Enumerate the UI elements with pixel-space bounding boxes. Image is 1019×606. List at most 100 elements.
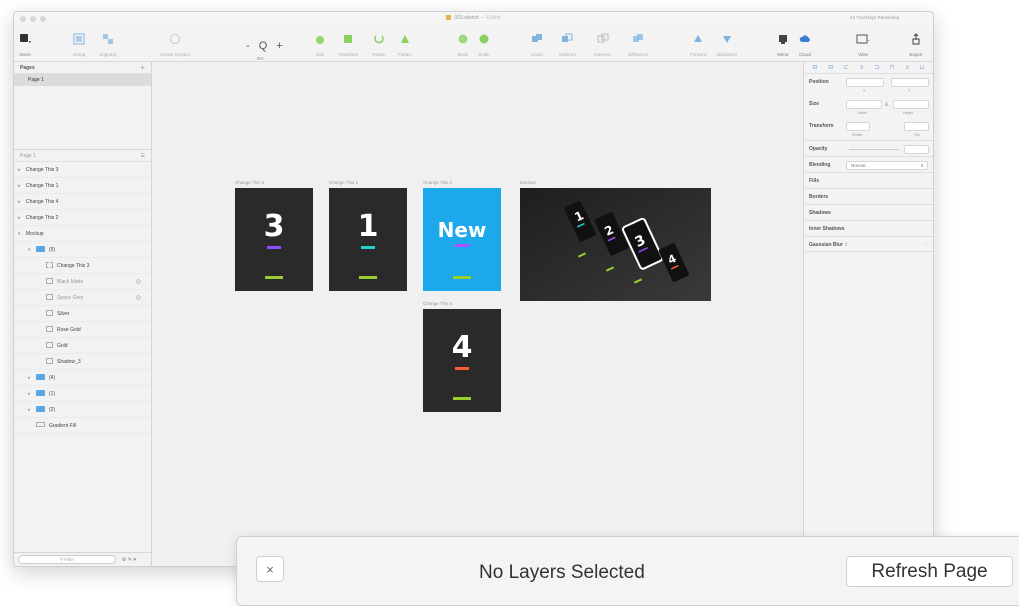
difference-icon xyxy=(631,32,645,46)
edit-icon xyxy=(313,32,327,46)
disclosure-closed-icon[interactable]: ▸ xyxy=(18,210,26,226)
visibility-eye-icon[interactable]: ◎ xyxy=(136,290,141,306)
artboard-number: 1 xyxy=(357,209,379,244)
layer-row[interactable]: ▸ Change This 4 xyxy=(14,194,151,210)
disclosure-closed-icon[interactable]: ▸ xyxy=(28,370,36,386)
scale-button[interactable]: Scale xyxy=(477,26,491,62)
layer-row[interactable]: Silver xyxy=(14,306,151,322)
collapse-layers-icon[interactable]: ☰ xyxy=(141,153,145,159)
edit-button[interactable]: Edit xyxy=(313,26,327,62)
intersect-button[interactable]: Intersect xyxy=(594,26,611,62)
alignment-toolbar[interactable]: ⊟ ⊟ ⊏ ≡ ⊐ ⊓ ≡ ⊔ xyxy=(804,62,933,74)
union-button[interactable]: Union xyxy=(530,26,544,62)
disclosure-closed-icon[interactable]: ▸ xyxy=(18,194,26,210)
insert-button[interactable]: Insert xyxy=(18,26,32,62)
layer-row[interactable]: ▸ (4) xyxy=(14,370,151,386)
blending-select[interactable]: Normal ⇕ xyxy=(846,161,928,170)
accent-underline xyxy=(361,246,375,249)
disclosure-open-icon[interactable]: ▾ xyxy=(18,226,26,242)
rotate-input[interactable] xyxy=(846,122,870,131)
distribute-vertical-icon[interactable]: ⊟ xyxy=(828,64,833,71)
layer-row[interactable]: Gradient Fill xyxy=(14,418,151,434)
disclosure-closed-icon[interactable]: ▸ xyxy=(18,178,26,194)
layer-row[interactable]: Rose Gold xyxy=(14,322,151,338)
page-item[interactable]: Page 1 xyxy=(14,74,151,86)
distribute-horizontal-icon[interactable]: ⊟ xyxy=(812,64,817,71)
opacity-slider[interactable] xyxy=(849,149,899,150)
layer-row[interactable]: ▸ (2) xyxy=(14,402,151,418)
forward-button[interactable]: Forward xyxy=(690,26,707,62)
rotate-button[interactable]: Rotate xyxy=(372,26,386,62)
ungroup-button[interactable]: Ungroup xyxy=(99,26,116,62)
difference-button[interactable]: Difference xyxy=(628,26,648,62)
y-input[interactable] xyxy=(891,78,929,87)
inner-shadows-section[interactable]: Inner Shadows xyxy=(804,220,933,236)
disclosure-open-icon[interactable]: ▾ xyxy=(28,242,36,258)
close-toast-button[interactable]: × xyxy=(256,556,284,582)
layer-name: Space Grey xyxy=(57,295,84,301)
align-top-icon[interactable]: ⊓ xyxy=(890,64,895,71)
layer-row[interactable]: Change This 3 xyxy=(14,258,151,274)
flip-buttons[interactable] xyxy=(904,122,929,131)
layer-filter-input[interactable]: ⚲ Filter xyxy=(18,555,116,564)
canvas[interactable]: Change This 3 3 Change This 1 1 Change T… xyxy=(152,62,803,566)
artboard-change-this-3[interactable]: Change This 3 3 xyxy=(235,180,313,291)
x-input[interactable] xyxy=(846,78,884,87)
mask-button[interactable]: Mask xyxy=(456,26,470,62)
refresh-page-button[interactable]: Refresh Page xyxy=(846,556,1013,587)
disclosure-closed-icon[interactable]: ▸ xyxy=(28,402,36,418)
flatten-icon xyxy=(398,32,412,46)
opacity-input[interactable] xyxy=(904,145,929,154)
trial-notice[interactable]: 24 Trial Days Remaining xyxy=(850,15,899,20)
gaussian-blur-section[interactable]: Gaussian Blur ⇕ ○ xyxy=(804,236,933,252)
height-input[interactable] xyxy=(893,100,929,109)
artboard-change-this-2[interactable]: Change This 2 New xyxy=(423,180,501,291)
layer-row[interactable]: ▸ (1) xyxy=(14,386,151,402)
disclosure-closed-icon[interactable]: ▸ xyxy=(28,386,36,402)
layer-row[interactable]: Black Matte ◎ xyxy=(14,274,151,290)
align-left-icon[interactable]: ⊏ xyxy=(844,64,849,71)
lock-ratio-icon[interactable]: & xyxy=(885,102,888,108)
shadows-section[interactable]: Shadows xyxy=(804,204,933,220)
layer-options-icon[interactable]: ⚙ ✎ ▾ xyxy=(122,557,136,563)
layer-name: Change This 3 xyxy=(26,167,59,173)
group-button[interactable]: Group xyxy=(72,26,86,62)
width-input[interactable] xyxy=(846,100,882,109)
align-bottom-icon[interactable]: ⊔ xyxy=(920,64,925,71)
borders-section[interactable]: Borders xyxy=(804,188,933,204)
layer-row[interactable]: ▾ (5) xyxy=(14,242,151,258)
layer-row[interactable]: ▸ Change This 1 xyxy=(14,178,151,194)
position-row: Position X Y xyxy=(804,74,933,96)
layer-row[interactable]: Gold xyxy=(14,338,151,354)
cloud-button[interactable]: Cloud xyxy=(798,26,812,62)
visibility-eye-icon[interactable]: ◎ xyxy=(136,274,141,290)
flatten-button[interactable]: Flatten xyxy=(398,26,412,62)
zoom-control[interactable]: - Q + xyxy=(246,40,286,52)
align-right-icon[interactable]: ⊐ xyxy=(874,64,879,71)
artboard-mockup[interactable]: Mockup 1 2 3 4 xyxy=(520,180,711,301)
layer-row[interactable]: ▾ Mockup xyxy=(14,226,151,242)
create-symbol-button[interactable]: Create Symbol xyxy=(160,26,190,62)
artboard-number: 3 xyxy=(263,209,285,244)
artboard-change-this-1[interactable]: Change This 1 1 xyxy=(329,180,407,291)
add-page-icon[interactable]: + xyxy=(140,63,145,72)
subtract-icon xyxy=(560,32,574,46)
export-button[interactable]: Export xyxy=(909,26,923,62)
subtract-button[interactable]: Subtract xyxy=(559,26,576,62)
forward-icon xyxy=(691,32,705,46)
align-middle-icon[interactable]: ≡ xyxy=(906,65,910,71)
pages-header: Pages + xyxy=(14,62,151,74)
mirror-button[interactable]: Mirror xyxy=(776,26,790,62)
backward-button[interactable]: Backward xyxy=(717,26,737,62)
layer-row[interactable]: ▸ Change This 2 xyxy=(14,210,151,226)
transform-button[interactable]: Transform xyxy=(338,26,358,62)
fills-section[interactable]: Fills xyxy=(804,172,933,188)
artboard-change-this-4[interactable]: Change This 4 4 xyxy=(423,301,501,412)
view-button[interactable]: View xyxy=(856,26,870,62)
sketch-window: 003.sketch — Edited 24 Trial Days Remain… xyxy=(13,11,934,567)
layer-row[interactable]: Space Grey ◎ xyxy=(14,290,151,306)
layer-row[interactable]: Shadow_3 xyxy=(14,354,151,370)
align-center-icon[interactable]: ≡ xyxy=(860,65,864,71)
disclosure-closed-icon[interactable]: ▸ xyxy=(18,162,26,178)
layer-row[interactable]: ▸ Change This 3 xyxy=(14,162,151,178)
